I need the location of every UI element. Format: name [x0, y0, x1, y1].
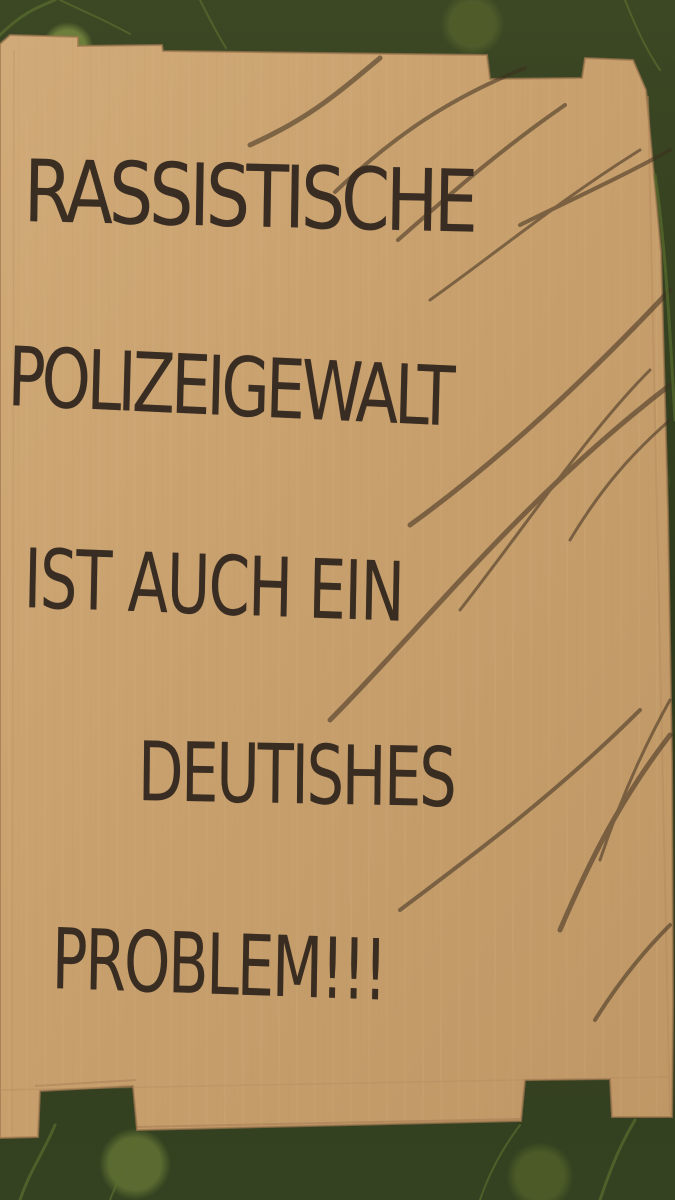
handwritten-message: RASSISTISCHE POLIZEIGEWALT IST AUCH EIN …: [0, 0, 675, 1200]
sign-line-3: IST AUCH EIN: [23, 532, 405, 641]
sign-line-4: DEUTISHES: [137, 725, 456, 827]
sign-line-1: RASSISTISCHE: [23, 142, 475, 253]
photo-scene: RASSISTISCHE POLIZEIGEWALT IST AUCH EIN …: [0, 0, 675, 1200]
sign-line-5: PROBLEM!!!: [51, 910, 387, 1020]
sign-line-2: POLIZEIGEWALT: [6, 330, 453, 446]
